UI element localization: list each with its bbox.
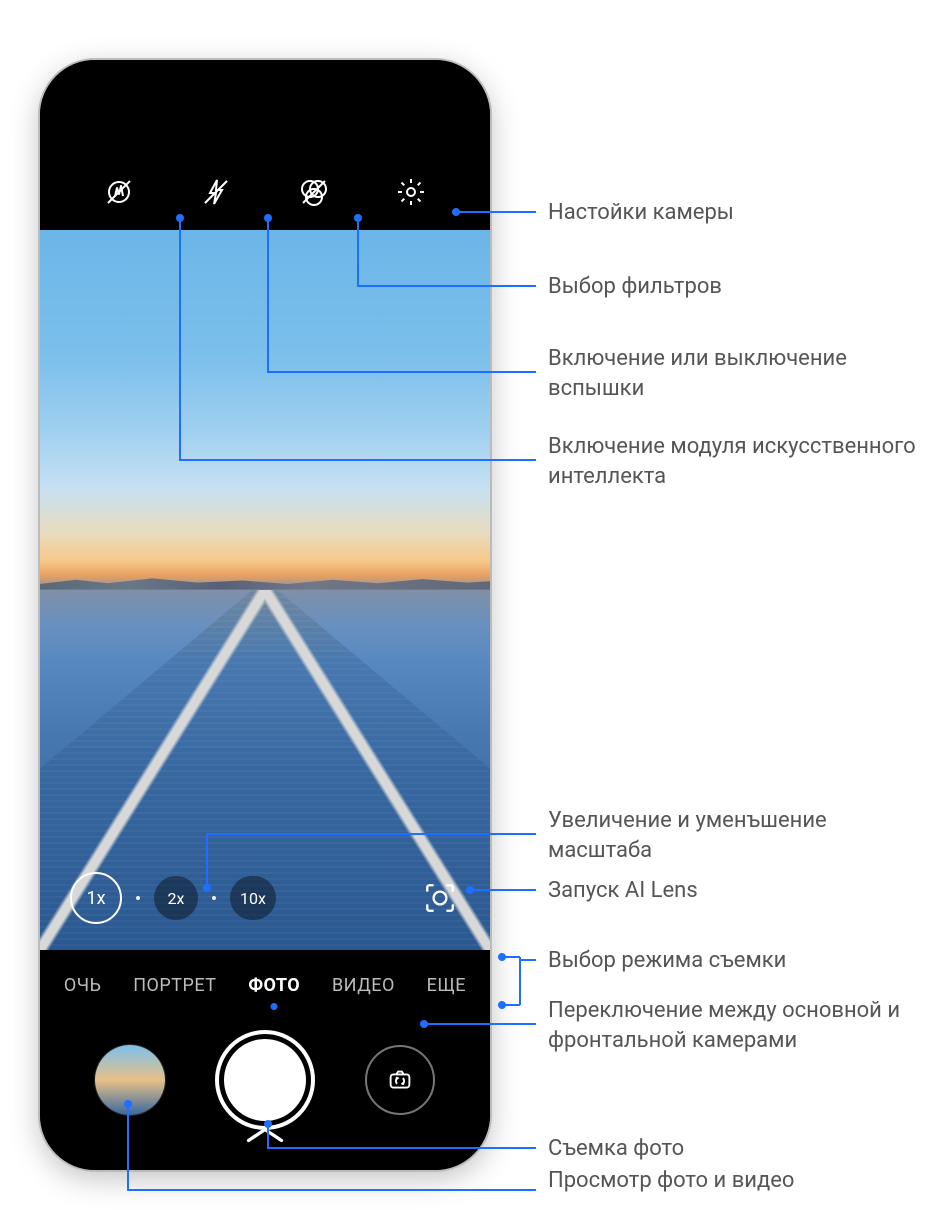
mode-selector[interactable]: ОЧЬ ПОРТРЕТ ФОТО ВИДЕО ЕЩЕ [40, 950, 490, 1020]
callout-ai-lens: Запуск AI Lens [548, 876, 698, 906]
callout-shutter: Съемка фото [548, 1134, 684, 1164]
callout-switch-camera: Переключение между основной и фронтально… [548, 996, 918, 1055]
settings-icon[interactable] [393, 174, 429, 210]
zoom-controls: 1x 2x 10x [40, 872, 490, 924]
mode-more[interactable]: ЕЩЕ [427, 975, 466, 996]
ai-lens-icon[interactable] [420, 878, 460, 918]
mode-video[interactable]: ВИДЕО [332, 975, 395, 996]
shutter-button[interactable] [215, 1030, 315, 1130]
zoom-step-dot [212, 896, 216, 900]
filters-icon[interactable] [296, 174, 332, 210]
callout-filters: Выбор фильтров [548, 272, 722, 302]
zoom-step-dot [136, 896, 140, 900]
mode-photo[interactable]: ФОТО [248, 975, 300, 996]
callout-flash: Включение или выключение вспышки [548, 344, 918, 403]
mode-portrait[interactable]: ПОРТРЕТ [133, 975, 216, 996]
mode-night[interactable]: ОЧЬ [64, 975, 102, 996]
gallery-thumbnail[interactable] [95, 1045, 165, 1115]
chevron-up-icon[interactable] [240, 1124, 290, 1150]
zoom-1x-button[interactable]: 1x [70, 872, 122, 924]
callout-zoom: Увеличение и уменъшение масштаба [548, 806, 918, 865]
callout-gallery: Просмотр фото и видео [548, 1166, 794, 1196]
callout-ai-module: Включение модуля искусственного интеллек… [548, 432, 918, 491]
camera-viewfinder[interactable]: 1x 2x 10x [40, 230, 490, 950]
callout-settings: Настойки камеры [548, 198, 734, 228]
switch-camera-button[interactable] [365, 1045, 435, 1115]
top-toolbar [40, 60, 490, 230]
phone-frame: 1x 2x 10x ОЧЬ ПОРТРЕТ ФОТО ВИДЕО ЕЩЕ [40, 60, 490, 1170]
ai-mode-icon[interactable] [101, 174, 137, 210]
zoom-10x-button[interactable]: 10x [230, 876, 276, 920]
zoom-2x-button[interactable]: 2x [154, 876, 198, 920]
callout-mode-select: Выбор режима съемки [548, 946, 786, 976]
flash-icon[interactable] [198, 174, 234, 210]
